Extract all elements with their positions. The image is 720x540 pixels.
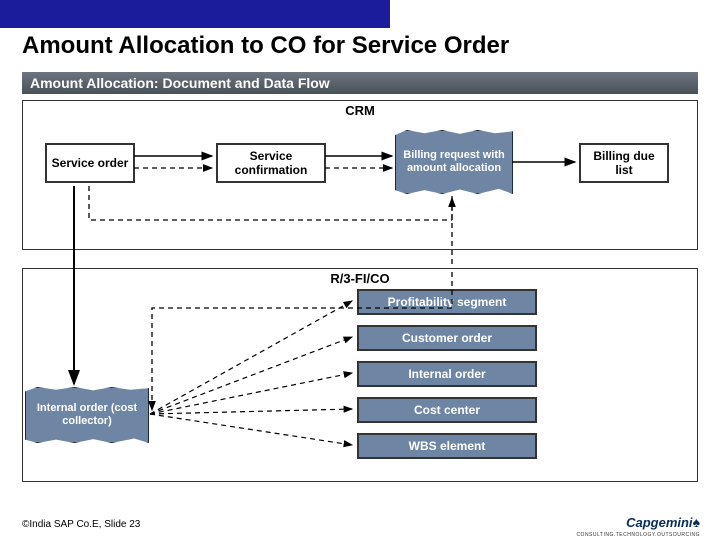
crm-label: CRM	[23, 103, 697, 118]
r3-label: R/3-FI/CO	[23, 271, 697, 286]
spade-icon: ♠	[693, 514, 700, 530]
crm-container: CRM Service order Service confirmation B…	[22, 100, 698, 250]
flag-billing-request: Billing request with amount allocation	[395, 130, 513, 194]
node-profitability-segment: Profitability segment	[357, 289, 537, 315]
brand-logo: Capgemini♠	[626, 514, 700, 530]
node-internal-order: Internal order	[357, 361, 537, 387]
node-customer-order: Customer order	[357, 325, 537, 351]
r3-target-stack: Profitability segment Customer order Int…	[357, 289, 537, 469]
page-title: Amount Allocation to CO for Service Orde…	[22, 32, 509, 60]
title-bar-accent	[0, 0, 390, 28]
subtitle-band: Amount Allocation: Document and Data Flo…	[22, 72, 698, 94]
node-internal-order-cost-collector: Internal order (cost collector)	[25, 387, 149, 443]
r3-container: R/3-FI/CO Profitability segment Customer…	[22, 268, 698, 482]
node-wbs-element: WBS element	[357, 433, 537, 459]
node-cost-center: Cost center	[357, 397, 537, 423]
brand-tagline: CONSULTING.TECHNOLOGY.OUTSOURCING	[576, 532, 700, 538]
node-billing-due-list: Billing due list	[579, 143, 669, 183]
node-billing-request: Billing request with amount allocation	[395, 130, 513, 194]
footer-text: ©India SAP Co.E, Slide 23	[22, 519, 140, 530]
flag-internal-order: Internal order (cost collector)	[25, 387, 149, 443]
node-service-order: Service order	[45, 143, 135, 183]
brand-name: Capgemini	[626, 515, 692, 530]
node-service-confirmation: Service confirmation	[216, 143, 326, 183]
